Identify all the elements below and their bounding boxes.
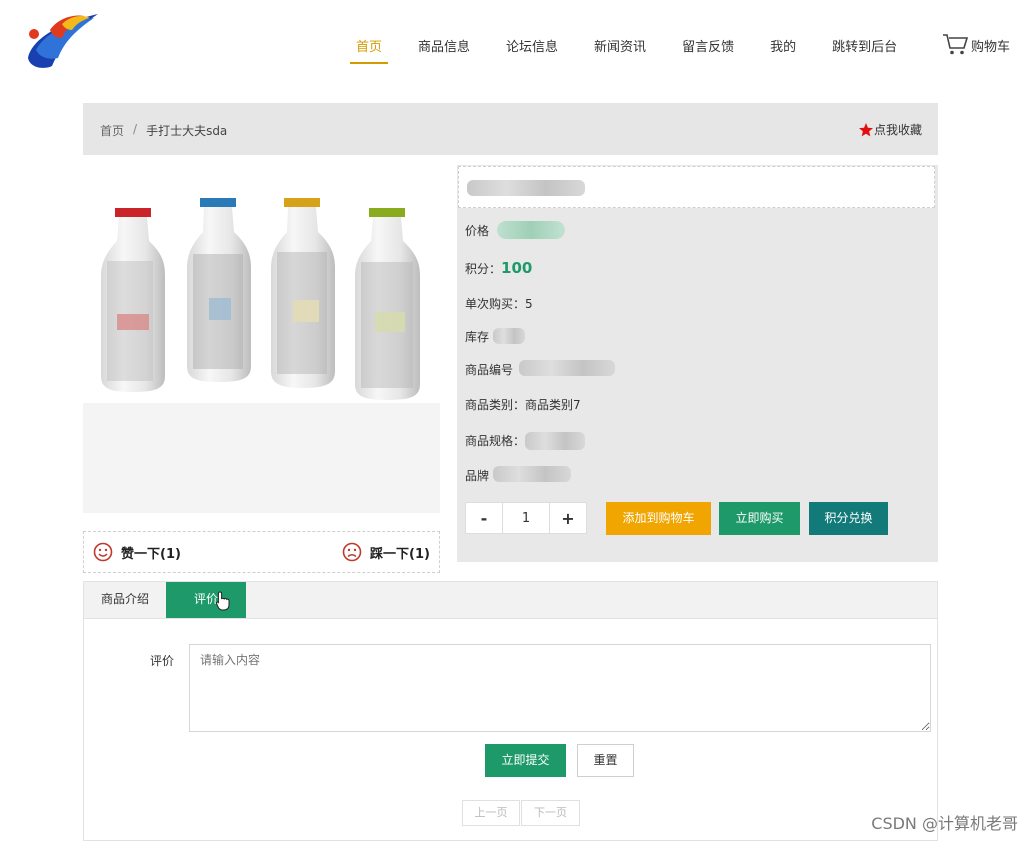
redeem-points-button[interactable]: 积分兑换: [809, 502, 888, 535]
code-redacted: [519, 360, 615, 376]
brand-label: 品牌: [465, 469, 490, 483]
nav-feedback[interactable]: 留言反馈: [682, 30, 734, 62]
category-row: 商品类别：商品类别7: [465, 398, 581, 412]
cart-label: 购物车: [971, 40, 1011, 55]
breadcrumb-separator: /: [133, 122, 138, 136]
product-title-box: [458, 166, 935, 208]
review-textarea[interactable]: [189, 644, 931, 732]
stock-row: 库存: [465, 328, 489, 345]
nav-forum[interactable]: 论坛信息: [506, 30, 558, 62]
cart-icon: [943, 34, 968, 55]
code-row: 商品编号: [465, 361, 513, 378]
brand-row: 品牌: [465, 467, 489, 484]
frown-icon: [342, 542, 362, 562]
quantity-plus-button[interactable]: +: [549, 502, 587, 534]
add-to-cart-button[interactable]: 添加到购物车: [606, 502, 711, 535]
spec-label: 商品规格：: [465, 434, 526, 448]
points-row: 积分：100: [465, 259, 532, 277]
breadcrumb-current: 手打士大夫sda: [146, 124, 228, 138]
nav-products[interactable]: 商品信息: [418, 30, 470, 62]
star-icon: [858, 122, 873, 136]
brand-redacted: [493, 466, 571, 482]
breadcrumb-bar: 首页 / 手打士大夫sda 点我收藏: [83, 103, 938, 155]
site-logo[interactable]: [22, 8, 104, 72]
price-redacted: [497, 221, 565, 239]
favorite-button[interactable]: 点我收藏: [858, 121, 922, 138]
smile-icon: [93, 542, 113, 562]
spec-row: 商品规格：: [465, 432, 525, 449]
nav-mine[interactable]: 我的: [770, 30, 796, 62]
review-label: 评价: [150, 654, 175, 668]
next-page-button[interactable]: 下一页: [521, 800, 580, 826]
price-row: 价格: [465, 222, 489, 239]
product-image: [83, 166, 440, 513]
tab-review[interactable]: 评价: [166, 582, 246, 618]
breadcrumb-home[interactable]: 首页: [100, 122, 124, 139]
code-label: 商品编号: [465, 363, 514, 377]
reset-button[interactable]: 重置: [577, 744, 634, 777]
like-label: 赞一下(1): [121, 546, 181, 562]
prev-page-button[interactable]: 上一页: [462, 800, 520, 826]
hand-cursor-icon: [216, 591, 230, 611]
points-label: 积分：: [465, 262, 502, 276]
vote-bar: 赞一下(1) 踩一下(1): [83, 531, 440, 573]
spec-redacted: [525, 432, 585, 450]
like-button[interactable]: 赞一下(1): [93, 542, 181, 562]
breadcrumb: 首页 / 手打士大夫sda: [100, 122, 227, 139]
dislike-button[interactable]: 踩一下(1): [342, 542, 430, 562]
quantity-minus-button[interactable]: -: [465, 502, 503, 534]
buy-now-button[interactable]: 立即购买: [719, 502, 800, 535]
watermark: CSDN @计算机老哥: [871, 814, 1018, 833]
quantity-input[interactable]: 1: [503, 502, 549, 534]
tab-bar: 商品介绍 评价: [84, 582, 937, 619]
nav-admin[interactable]: 跳转到后台: [832, 30, 897, 62]
main-nav: 首页 商品信息 论坛信息 新闻资讯 留言反馈 我的 跳转到后台: [350, 30, 933, 64]
nav-home[interactable]: 首页: [350, 30, 389, 64]
stock-label: 库存: [465, 330, 490, 344]
dislike-label: 踩一下(1): [370, 546, 430, 562]
per-purchase-row: 单次购买：5: [465, 297, 533, 311]
favorite-label: 点我收藏: [873, 123, 922, 137]
product-info-panel: 价格 积分：100 单次购买：5 库存 商品编号 商品类别：商品类别7 商品规格…: [457, 165, 938, 562]
detail-tabs-section: 商品介绍 评价 评价 立即提交 重置 上一页 下一页: [83, 581, 938, 841]
quantity-stepper: - 1 +: [465, 502, 587, 534]
product-title-redacted: [467, 180, 585, 196]
tab-review-label: 评价: [194, 592, 219, 606]
product-photo: [83, 166, 440, 403]
cart-link[interactable]: 购物车: [942, 32, 1010, 56]
points-value: 100: [501, 259, 533, 277]
nav-news[interactable]: 新闻资讯: [594, 30, 646, 62]
stock-redacted: [493, 328, 525, 344]
submit-review-button[interactable]: 立即提交: [485, 744, 566, 777]
price-label: 价格: [465, 224, 490, 238]
tab-description[interactable]: 商品介绍: [84, 582, 166, 618]
